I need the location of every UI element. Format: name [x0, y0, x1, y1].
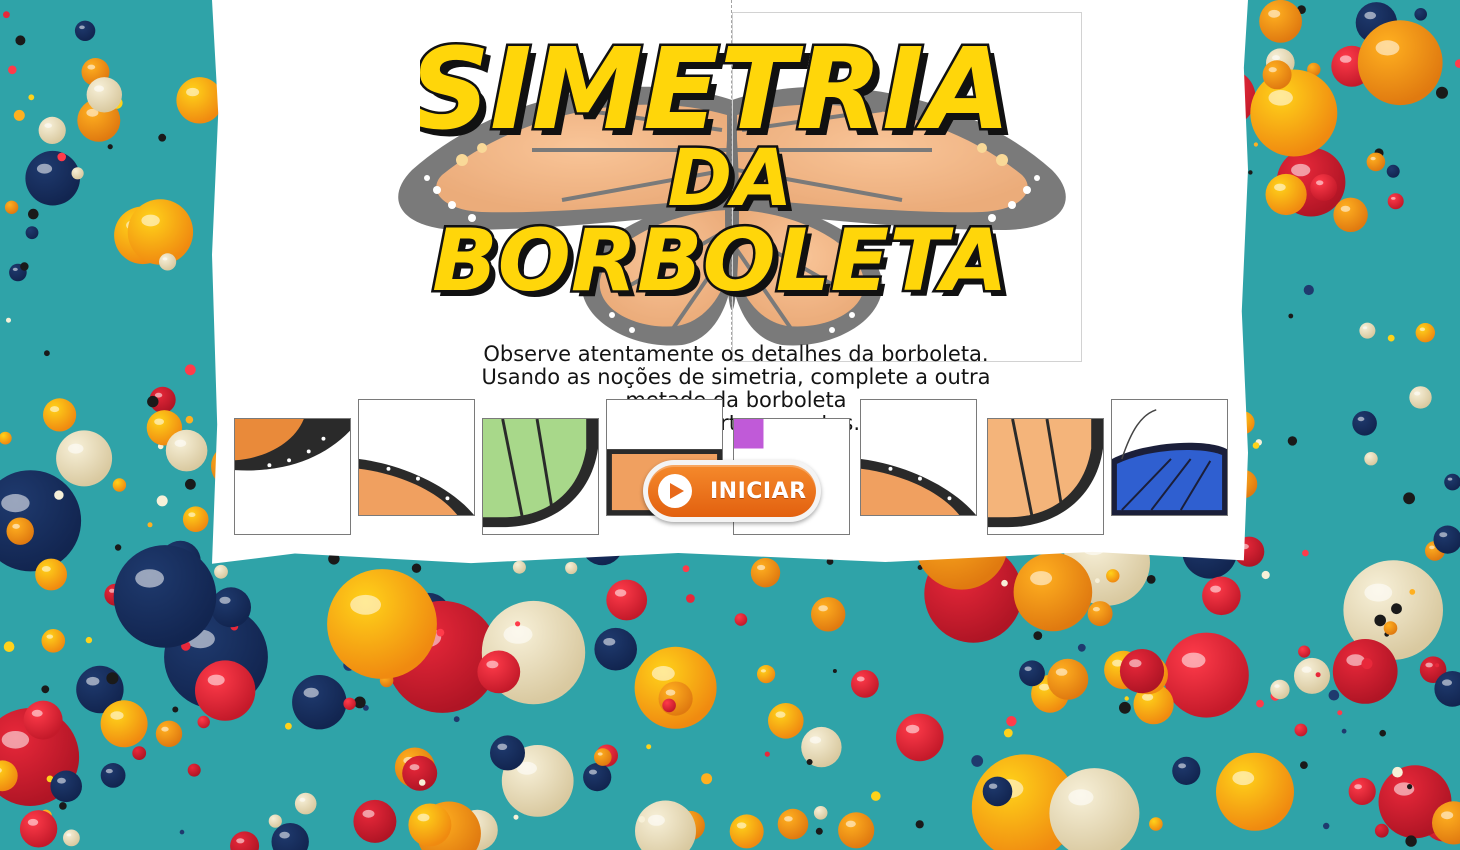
instructions-line1: Observe atentamente os detalhes da borbo… [483, 342, 989, 366]
title-line3: BORBOLETA [432, 211, 1008, 311]
piece-orange-lower-edge-2[interactable] [860, 399, 977, 516]
game-title: SIMETRIA SIMETRIA DA DA BORBOLETA BORBOL… [420, 23, 1018, 318]
start-button-label: INICIAR [710, 478, 807, 504]
play-icon [658, 474, 692, 508]
piece-orange-upper-wing[interactable] [234, 418, 351, 535]
piece-orange-lower-edge[interactable] [358, 399, 475, 516]
instructions-line2: Usando as noções de simetria, complete a… [481, 365, 991, 389]
start-button[interactable]: INICIAR [643, 460, 821, 522]
piece-orange-wing-full[interactable] [987, 418, 1104, 535]
piece-green-wing[interactable] [482, 418, 599, 535]
start-button-face[interactable]: INICIAR [648, 465, 816, 517]
piece-blue-wing[interactable] [1111, 399, 1228, 516]
